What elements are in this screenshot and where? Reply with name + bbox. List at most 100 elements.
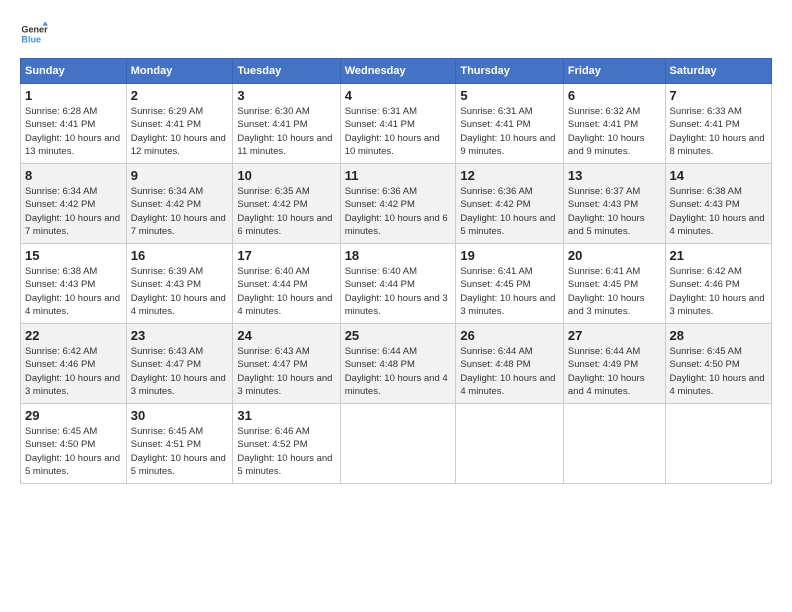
day-info: Sunrise: 6:35 AM Sunset: 4:42 PM Dayligh…: [237, 185, 335, 238]
table-row: 7 Sunrise: 6:33 AM Sunset: 4:41 PM Dayli…: [665, 84, 771, 164]
header: General Blue: [20, 20, 772, 48]
day-number: 9: [131, 168, 229, 183]
table-row: 10 Sunrise: 6:35 AM Sunset: 4:42 PM Dayl…: [233, 164, 340, 244]
col-sunday: Sunday: [21, 59, 127, 84]
day-info: Sunrise: 6:38 AM Sunset: 4:43 PM Dayligh…: [25, 265, 122, 318]
day-number: 15: [25, 248, 122, 263]
day-number: 16: [131, 248, 229, 263]
day-info: Sunrise: 6:34 AM Sunset: 4:42 PM Dayligh…: [25, 185, 122, 238]
day-number: 29: [25, 408, 122, 423]
table-row: [665, 404, 771, 484]
day-info: Sunrise: 6:30 AM Sunset: 4:41 PM Dayligh…: [237, 105, 335, 158]
day-info: Sunrise: 6:44 AM Sunset: 4:48 PM Dayligh…: [460, 345, 559, 398]
calendar-week-row: 15 Sunrise: 6:38 AM Sunset: 4:43 PM Dayl…: [21, 244, 772, 324]
day-info: Sunrise: 6:42 AM Sunset: 4:46 PM Dayligh…: [670, 265, 767, 318]
table-row: 9 Sunrise: 6:34 AM Sunset: 4:42 PM Dayli…: [126, 164, 233, 244]
day-info: Sunrise: 6:42 AM Sunset: 4:46 PM Dayligh…: [25, 345, 122, 398]
day-number: 1: [25, 88, 122, 103]
day-number: 8: [25, 168, 122, 183]
day-number: 10: [237, 168, 335, 183]
day-info: Sunrise: 6:41 AM Sunset: 4:45 PM Dayligh…: [568, 265, 661, 318]
day-number: 14: [670, 168, 767, 183]
day-info: Sunrise: 6:44 AM Sunset: 4:48 PM Dayligh…: [345, 345, 452, 398]
day-info: Sunrise: 6:43 AM Sunset: 4:47 PM Dayligh…: [237, 345, 335, 398]
table-row: 11 Sunrise: 6:36 AM Sunset: 4:42 PM Dayl…: [340, 164, 456, 244]
day-number: 24: [237, 328, 335, 343]
calendar-week-row: 29 Sunrise: 6:45 AM Sunset: 4:50 PM Dayl…: [21, 404, 772, 484]
day-number: 5: [460, 88, 559, 103]
day-number: 4: [345, 88, 452, 103]
table-row: 19 Sunrise: 6:41 AM Sunset: 4:45 PM Dayl…: [456, 244, 564, 324]
day-info: Sunrise: 6:43 AM Sunset: 4:47 PM Dayligh…: [131, 345, 229, 398]
table-row: 29 Sunrise: 6:45 AM Sunset: 4:50 PM Dayl…: [21, 404, 127, 484]
table-row: 17 Sunrise: 6:40 AM Sunset: 4:44 PM Dayl…: [233, 244, 340, 324]
day-number: 12: [460, 168, 559, 183]
table-row: 18 Sunrise: 6:40 AM Sunset: 4:44 PM Dayl…: [340, 244, 456, 324]
day-number: 28: [670, 328, 767, 343]
col-thursday: Thursday: [456, 59, 564, 84]
day-info: Sunrise: 6:34 AM Sunset: 4:42 PM Dayligh…: [131, 185, 229, 238]
day-info: Sunrise: 6:29 AM Sunset: 4:41 PM Dayligh…: [131, 105, 229, 158]
day-info: Sunrise: 6:32 AM Sunset: 4:41 PM Dayligh…: [568, 105, 661, 158]
col-saturday: Saturday: [665, 59, 771, 84]
table-row: 26 Sunrise: 6:44 AM Sunset: 4:48 PM Dayl…: [456, 324, 564, 404]
table-row: 3 Sunrise: 6:30 AM Sunset: 4:41 PM Dayli…: [233, 84, 340, 164]
day-number: 23: [131, 328, 229, 343]
svg-text:Blue: Blue: [21, 34, 41, 44]
day-number: 13: [568, 168, 661, 183]
day-info: Sunrise: 6:40 AM Sunset: 4:44 PM Dayligh…: [345, 265, 452, 318]
day-info: Sunrise: 6:40 AM Sunset: 4:44 PM Dayligh…: [237, 265, 335, 318]
day-info: Sunrise: 6:45 AM Sunset: 4:51 PM Dayligh…: [131, 425, 229, 478]
day-number: 19: [460, 248, 559, 263]
day-number: 30: [131, 408, 229, 423]
day-info: Sunrise: 6:33 AM Sunset: 4:41 PM Dayligh…: [670, 105, 767, 158]
table-row: 22 Sunrise: 6:42 AM Sunset: 4:46 PM Dayl…: [21, 324, 127, 404]
day-info: Sunrise: 6:37 AM Sunset: 4:43 PM Dayligh…: [568, 185, 661, 238]
table-row: 13 Sunrise: 6:37 AM Sunset: 4:43 PM Dayl…: [563, 164, 665, 244]
table-row: 5 Sunrise: 6:31 AM Sunset: 4:41 PM Dayli…: [456, 84, 564, 164]
col-monday: Monday: [126, 59, 233, 84]
col-tuesday: Tuesday: [233, 59, 340, 84]
table-row: 23 Sunrise: 6:43 AM Sunset: 4:47 PM Dayl…: [126, 324, 233, 404]
table-row: 12 Sunrise: 6:36 AM Sunset: 4:42 PM Dayl…: [456, 164, 564, 244]
day-info: Sunrise: 6:45 AM Sunset: 4:50 PM Dayligh…: [25, 425, 122, 478]
table-row: 15 Sunrise: 6:38 AM Sunset: 4:43 PM Dayl…: [21, 244, 127, 324]
day-number: 18: [345, 248, 452, 263]
day-number: 25: [345, 328, 452, 343]
table-row: 25 Sunrise: 6:44 AM Sunset: 4:48 PM Dayl…: [340, 324, 456, 404]
day-number: 27: [568, 328, 661, 343]
table-row: 28 Sunrise: 6:45 AM Sunset: 4:50 PM Dayl…: [665, 324, 771, 404]
day-number: 17: [237, 248, 335, 263]
day-number: 11: [345, 168, 452, 183]
calendar-week-row: 22 Sunrise: 6:42 AM Sunset: 4:46 PM Dayl…: [21, 324, 772, 404]
table-row: 6 Sunrise: 6:32 AM Sunset: 4:41 PM Dayli…: [563, 84, 665, 164]
table-row: [456, 404, 564, 484]
col-wednesday: Wednesday: [340, 59, 456, 84]
col-friday: Friday: [563, 59, 665, 84]
table-row: 14 Sunrise: 6:38 AM Sunset: 4:43 PM Dayl…: [665, 164, 771, 244]
table-row: 16 Sunrise: 6:39 AM Sunset: 4:43 PM Dayl…: [126, 244, 233, 324]
day-number: 26: [460, 328, 559, 343]
calendar-week-row: 1 Sunrise: 6:28 AM Sunset: 4:41 PM Dayli…: [21, 84, 772, 164]
table-row: 30 Sunrise: 6:45 AM Sunset: 4:51 PM Dayl…: [126, 404, 233, 484]
table-row: [340, 404, 456, 484]
day-number: 22: [25, 328, 122, 343]
day-info: Sunrise: 6:41 AM Sunset: 4:45 PM Dayligh…: [460, 265, 559, 318]
day-info: Sunrise: 6:45 AM Sunset: 4:50 PM Dayligh…: [670, 345, 767, 398]
day-info: Sunrise: 6:38 AM Sunset: 4:43 PM Dayligh…: [670, 185, 767, 238]
day-number: 2: [131, 88, 229, 103]
table-row: 31 Sunrise: 6:46 AM Sunset: 4:52 PM Dayl…: [233, 404, 340, 484]
day-info: Sunrise: 6:44 AM Sunset: 4:49 PM Dayligh…: [568, 345, 661, 398]
table-row: 20 Sunrise: 6:41 AM Sunset: 4:45 PM Dayl…: [563, 244, 665, 324]
table-row: 2 Sunrise: 6:29 AM Sunset: 4:41 PM Dayli…: [126, 84, 233, 164]
header-row: Sunday Monday Tuesday Wednesday Thursday…: [21, 59, 772, 84]
day-number: 6: [568, 88, 661, 103]
day-info: Sunrise: 6:36 AM Sunset: 4:42 PM Dayligh…: [460, 185, 559, 238]
table-row: 24 Sunrise: 6:43 AM Sunset: 4:47 PM Dayl…: [233, 324, 340, 404]
table-row: 1 Sunrise: 6:28 AM Sunset: 4:41 PM Dayli…: [21, 84, 127, 164]
day-number: 21: [670, 248, 767, 263]
day-number: 3: [237, 88, 335, 103]
day-number: 20: [568, 248, 661, 263]
day-info: Sunrise: 6:31 AM Sunset: 4:41 PM Dayligh…: [460, 105, 559, 158]
table-row: 21 Sunrise: 6:42 AM Sunset: 4:46 PM Dayl…: [665, 244, 771, 324]
